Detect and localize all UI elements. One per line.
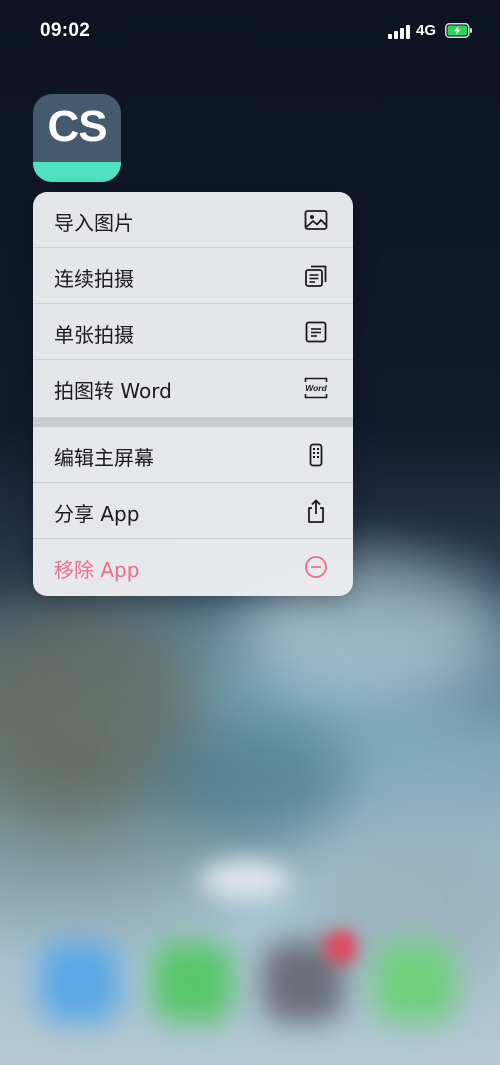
app-icon-accent-band bbox=[33, 162, 121, 182]
menu-item-label: 单张拍摄 bbox=[54, 323, 134, 347]
single-document-icon bbox=[305, 321, 327, 343]
image-icon bbox=[304, 210, 328, 230]
menu-section-divider bbox=[33, 417, 353, 427]
status-time: 09:02 bbox=[40, 20, 91, 41]
minus-circle-icon bbox=[305, 556, 327, 578]
dock-app-phone[interactable] bbox=[153, 942, 233, 1022]
app-quick-actions-menu: 导入图片 连续拍摄 单张拍摄 拍图转 Word Word 编辑主屏幕 分享 Ap… bbox=[33, 192, 353, 596]
menu-item-label: 连续拍摄 bbox=[54, 267, 134, 291]
dock-app-safari[interactable] bbox=[40, 942, 120, 1022]
dock-app-messages[interactable] bbox=[375, 942, 455, 1022]
menu-item-label: 编辑主屏幕 bbox=[54, 446, 154, 470]
menu-item-edit-home-screen[interactable]: 编辑主屏幕 bbox=[33, 427, 353, 483]
menu-item-label: 导入图片 bbox=[54, 211, 134, 235]
menu-item-batch-scan[interactable]: 连续拍摄 bbox=[33, 248, 353, 304]
network-type: 4G bbox=[416, 22, 437, 39]
menu-item-remove-app[interactable]: 移除 App bbox=[33, 539, 353, 595]
battery-charging-icon bbox=[445, 23, 472, 38]
menu-item-label: 拍图转 Word bbox=[54, 379, 172, 403]
phone-grid-icon bbox=[309, 443, 323, 467]
word-document-icon: Word bbox=[304, 377, 328, 399]
word-icon-text: Word bbox=[305, 383, 327, 393]
menu-item-import-image[interactable]: 导入图片 bbox=[33, 192, 353, 248]
app-icon-label: CS bbox=[47, 102, 107, 151]
stacked-documents-icon bbox=[305, 265, 327, 287]
cellular-signal-icon bbox=[388, 24, 410, 39]
menu-item-label: 分享 App bbox=[54, 502, 140, 526]
menu-item-share-app[interactable]: 分享 App bbox=[33, 483, 353, 539]
wallpaper-blur-region bbox=[200, 860, 290, 900]
wallpaper-blur-region bbox=[150, 720, 350, 840]
status-bar: 09:02 4G bbox=[0, 0, 500, 64]
notification-badge bbox=[324, 930, 358, 964]
share-icon bbox=[308, 499, 324, 523]
menu-item-single-scan[interactable]: 单张拍摄 bbox=[33, 304, 353, 360]
menu-item-photo-to-word[interactable]: 拍图转 Word Word bbox=[33, 360, 353, 417]
camscanner-app-icon[interactable]: CS bbox=[33, 94, 121, 182]
menu-item-label: 移除 App bbox=[54, 558, 140, 582]
